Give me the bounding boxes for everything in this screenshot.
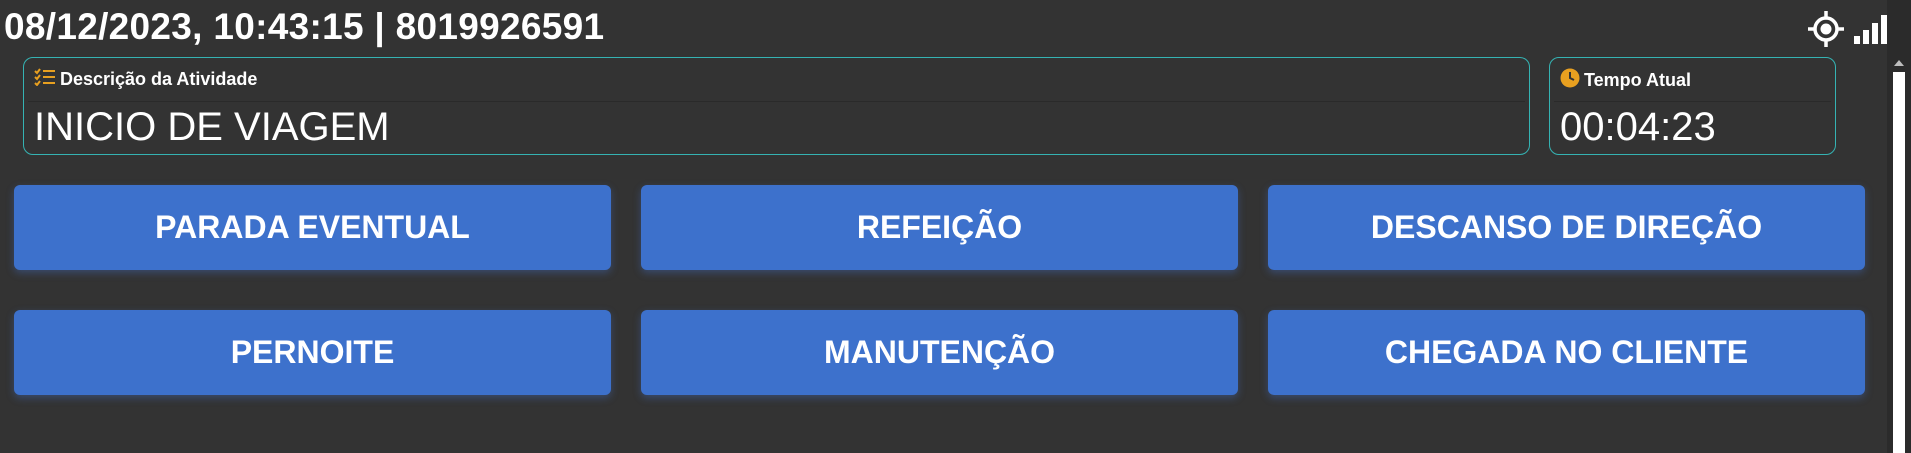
activity-description-field: Descrição da Atividade INICIO DE VIAGEM xyxy=(23,57,1530,155)
checklist-icon xyxy=(34,68,56,91)
activity-description-label: Descrição da Atividade xyxy=(60,69,258,89)
manutencao-button[interactable]: MANUTENÇÃO xyxy=(641,310,1238,395)
current-time-label: Tempo Atual xyxy=(1584,70,1691,90)
activity-description-value: INICIO DE VIAGEM xyxy=(34,105,390,149)
field-divider xyxy=(28,101,1525,102)
pernoite-button[interactable]: PERNOITE xyxy=(14,310,611,395)
clock-icon xyxy=(1560,68,1580,93)
gps-icon[interactable] xyxy=(1807,10,1845,48)
current-time-label-row: Tempo Atual xyxy=(1560,68,1691,93)
activity-description-label-row: Descrição da Atividade xyxy=(34,68,257,91)
descanso-de-direcao-button[interactable]: DESCANSO DE DIREÇÃO xyxy=(1268,185,1865,270)
field-divider xyxy=(1554,101,1831,102)
current-time-field: Tempo Atual 00:04:23 xyxy=(1549,57,1836,155)
header-datetime-id: 08/12/2023, 10:43:15 | 8019926591 xyxy=(4,6,605,47)
scroll-up-arrow-icon[interactable] xyxy=(1894,60,1904,66)
parada-eventual-button[interactable]: PARADA EVENTUAL xyxy=(14,185,611,270)
current-time-value: 00:04:23 xyxy=(1560,105,1716,149)
refeicao-button[interactable]: REFEIÇÃO xyxy=(641,185,1238,270)
vertical-scrollbar[interactable] xyxy=(1887,0,1911,453)
scrollbar-thumb[interactable] xyxy=(1893,72,1905,453)
signal-strength-icon xyxy=(1853,14,1889,44)
header-status-icons xyxy=(1807,10,1889,48)
chegada-no-cliente-button[interactable]: CHEGADA NO CLIENTE xyxy=(1268,310,1865,395)
